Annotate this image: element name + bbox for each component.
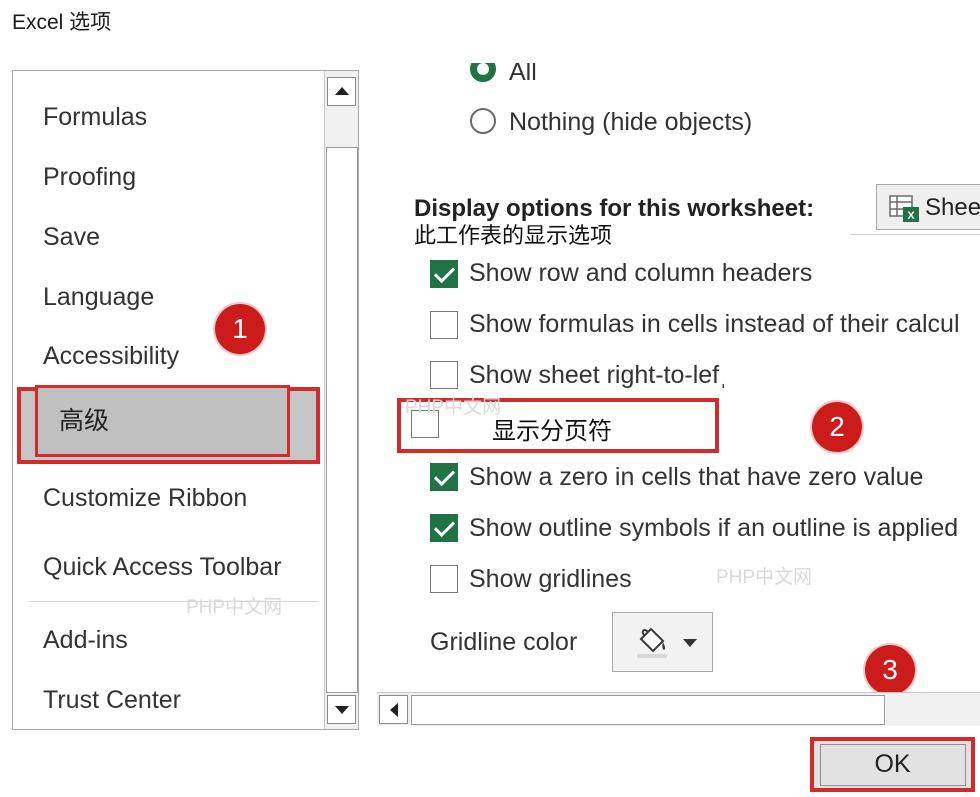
nav-item-proofing[interactable]: Proofing — [43, 163, 136, 192]
chevron-left-icon — [390, 703, 398, 717]
gridline-color-label: Gridline color — [430, 628, 578, 656]
nav-item-customize-ribbon[interactable]: Customize Ribbon — [43, 484, 247, 513]
show-gridlines-label: Show gridlines — [469, 565, 632, 593]
step-badge-2: 2 — [812, 402, 862, 452]
section-divider — [850, 234, 980, 235]
show-zero-label: Show a zero in cells that have zero valu… — [469, 463, 924, 491]
nav-scrollbar[interactable] — [324, 71, 358, 729]
scroll-left-button[interactable] — [379, 695, 408, 724]
worksheet-section-subtitle: 此工作表的显示选项 — [414, 223, 613, 248]
clip-mask — [460, 40, 660, 63]
show-page-breaks-label: 显示分页符 — [492, 418, 612, 445]
show-headers-checkbox[interactable] — [430, 260, 458, 288]
show-outline-checkbox[interactable] — [430, 514, 458, 542]
chevron-down-icon — [335, 706, 349, 714]
nav-item-add-ins[interactable]: Add-ins — [43, 626, 128, 655]
nav-item-quick-access-toolbar[interactable]: Quick Access Toolbar — [43, 553, 282, 582]
step-badge-1: 1 — [215, 304, 265, 354]
show-gridlines-checkbox[interactable] — [430, 565, 458, 593]
content-horizontal-scrollbar[interactable] — [377, 692, 980, 726]
worksheet-select[interactable]: X Shee — [876, 184, 980, 230]
gridline-color-picker[interactable] — [612, 612, 713, 672]
objects-nothing-label: Nothing (hide objects) — [509, 108, 753, 136]
show-zero-checkbox[interactable] — [430, 463, 458, 491]
horizontal-scroll-thumb[interactable] — [411, 695, 885, 725]
watermark: PHP中文网 — [716, 567, 813, 588]
ok-button[interactable]: OK — [810, 737, 975, 792]
nav-item-accessibility[interactable]: Accessibility — [43, 342, 179, 371]
nav-item-save[interactable]: Save — [43, 223, 100, 252]
nav-item-advanced-label: 高级 — [59, 407, 110, 435]
svg-text:X: X — [907, 210, 915, 222]
objects-nothing-radio[interactable] — [470, 108, 496, 134]
scroll-down-button[interactable] — [327, 695, 356, 724]
scroll-up-button[interactable] — [327, 77, 356, 106]
chevron-down-icon — [683, 639, 697, 647]
right-to-left-label: Show sheet right-to-lefˌ — [469, 361, 728, 389]
show-formulas-checkbox[interactable] — [430, 311, 458, 339]
scroll-thumb[interactable] — [326, 147, 358, 693]
watermark: PHP中文网 — [405, 397, 502, 418]
show-outline-label: Show outline symbols if an outline is ap… — [469, 514, 959, 542]
step-badge-3: 3 — [865, 645, 915, 695]
show-formulas-label: Show formulas in cells instead of their … — [469, 310, 960, 338]
nav-item-language[interactable]: Language — [43, 283, 154, 312]
watermark: PHP中文网 — [186, 597, 283, 618]
show-headers-label: Show row and column headers — [469, 259, 813, 287]
right-to-left-checkbox[interactable] — [430, 361, 458, 389]
window-title: Excel 选项 — [12, 11, 112, 34]
options-nav: Formulas Proofing Save Language Accessib… — [12, 70, 359, 730]
excel-sheet-icon: X — [889, 195, 919, 222]
chevron-up-icon — [335, 87, 349, 95]
worksheet-select-value: Shee — [925, 194, 980, 221]
paint-bucket-icon — [637, 627, 667, 658]
nav-item-formulas[interactable]: Formulas — [43, 103, 147, 132]
nav-item-trust-center[interactable]: Trust Center — [43, 686, 181, 715]
